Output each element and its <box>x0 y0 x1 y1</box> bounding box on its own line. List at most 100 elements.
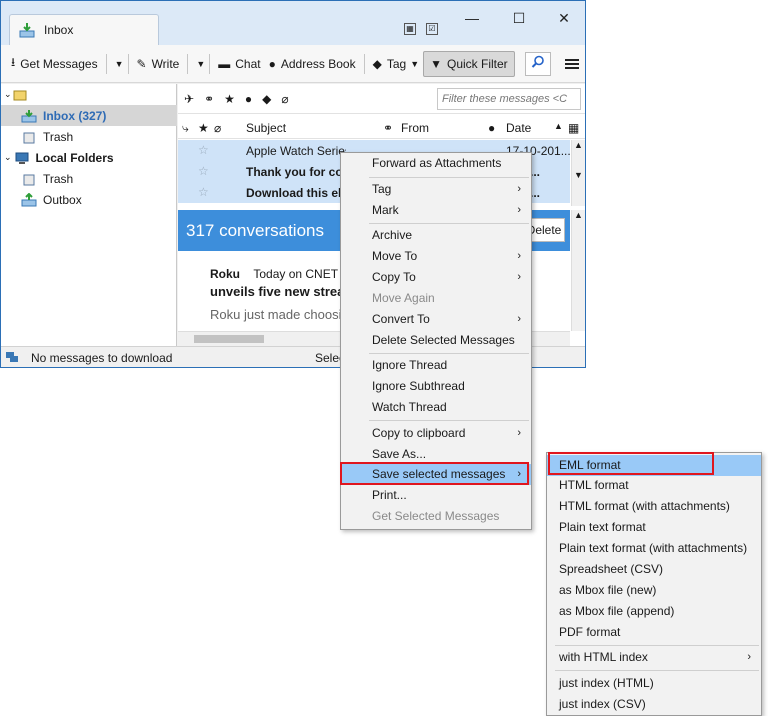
submenu-item-plain-text-with-attachments[interactable]: Plain text format (with attachments) <box>547 538 761 559</box>
menu-item-move-to[interactable]: Move To › <box>341 246 531 267</box>
submenu-arrow-icon: › <box>747 651 751 663</box>
folder-local-trash[interactable]: Trash <box>1 168 177 189</box>
menu-item-forward-as-attachments[interactable]: Forward as Attachments <box>341 153 531 174</box>
menu-item-tag[interactable]: Tag › <box>341 179 531 200</box>
from-column[interactable]: From <box>401 121 429 135</box>
chat-label: Chat <box>235 56 261 71</box>
menu-item-print[interactable]: Print... <box>341 485 531 506</box>
quick-filter-button[interactable]: ▼ Quick Filter <box>423 50 515 77</box>
preview-scrollbar[interactable]: ▲ <box>571 210 585 331</box>
write-dropdown-icon[interactable]: ▼ <box>196 59 205 69</box>
submenu-arrow-icon: › <box>517 313 521 325</box>
column-picker-icon[interactable]: ▦ <box>568 121 579 135</box>
tasks-icon[interactable]: ☑ <box>426 23 438 35</box>
star-icon[interactable]: ☆ <box>198 185 209 199</box>
preview-body: Roku just made choosi <box>210 307 342 322</box>
folder-local-folders[interactable]: ⌄ Local Folders <box>1 147 177 168</box>
subject-column[interactable]: Subject <box>246 121 286 135</box>
tab-label: Inbox <box>44 23 74 37</box>
pencil-icon: ✎ <box>136 56 147 71</box>
submenu-arrow-icon: › <box>517 427 521 439</box>
chat-bubble-icon: ▬ <box>218 56 231 71</box>
tab-inbox[interactable]: Inbox <box>9 14 159 45</box>
menu-item-copy-to[interactable]: Copy To › <box>341 267 531 288</box>
submenu-item-pdf-format[interactable]: PDF format <box>547 622 761 643</box>
unread-filter-icon[interactable]: ⚭ <box>204 92 214 106</box>
submenu-item-label: HTML format <box>559 478 629 492</box>
submenu-item-just-index-html[interactable]: just index (HTML) <box>547 673 761 694</box>
get-messages-dropdown-icon[interactable]: ▼ <box>115 59 124 69</box>
highlight-box-eml-format <box>548 452 714 475</box>
preview-header: Roku Today on CNET <box>210 267 338 281</box>
submenu-item-html-with-attachments[interactable]: HTML format (with attachments) <box>547 496 761 517</box>
person-icon: ● <box>268 56 276 71</box>
maximize-button[interactable]: ☐ <box>504 7 534 29</box>
attachment-filter-icon[interactable]: ⌀ <box>281 92 288 106</box>
submenu-arrow-icon: › <box>517 250 521 262</box>
tag-button[interactable]: ◆ Tag ▼ <box>369 51 424 77</box>
submenu-item-mbox-append[interactable]: as Mbox file (append) <box>547 601 761 622</box>
star-icon[interactable]: ☆ <box>198 164 209 178</box>
get-messages-label: Get Messages <box>20 56 98 71</box>
date-column[interactable]: Date <box>506 121 531 135</box>
junk-column-icon[interactable]: ● <box>488 121 495 135</box>
chat-button[interactable]: ▬ Chat <box>214 51 264 77</box>
menu-item-archive[interactable]: Archive <box>341 225 531 246</box>
star-icon[interactable]: ☆ <box>198 143 209 157</box>
submenu-item-label: PDF format <box>559 625 621 639</box>
submenu-item-html-format[interactable]: HTML format <box>547 475 761 496</box>
preview-source: Today on CNET <box>253 267 339 281</box>
submenu-item-mbox-new[interactable]: as Mbox file (new) <box>547 580 761 601</box>
account-row[interactable]: ⌄ <box>1 84 177 105</box>
write-button[interactable]: ✎ Write <box>133 51 184 77</box>
folder-outbox[interactable]: Outbox <box>1 189 177 210</box>
filter-messages-input[interactable]: Filter these messages <C <box>437 88 581 110</box>
scroll-thumb[interactable] <box>194 335 264 343</box>
thread-column-icon[interactable]: ⤷ <box>182 121 189 136</box>
calendar-icon[interactable]: ▦ <box>404 23 416 35</box>
menu-item-delete-selected[interactable]: Delete Selected Messages <box>341 330 531 351</box>
folder-inbox[interactable]: Inbox (327) <box>1 105 177 126</box>
folder-trash[interactable]: Trash <box>1 126 177 147</box>
menu-item-get-selected-messages[interactable]: Get Selected Messages <box>341 506 531 527</box>
menu-item-move-again[interactable]: Move Again <box>341 288 531 309</box>
minimize-button[interactable]: — <box>457 7 487 29</box>
message-list-scrollbar[interactable]: ▲ ▼ <box>571 140 585 206</box>
trash-icon <box>21 130 37 144</box>
submenu-item-spreadsheet-csv[interactable]: Spreadsheet (CSV) <box>547 559 761 580</box>
contact-filter-icon[interactable]: ● <box>245 92 252 106</box>
menu-icon[interactable] <box>564 57 579 71</box>
menu-item-label: Get Selected Messages <box>372 509 500 523</box>
submenu-item-plain-text[interactable]: Plain text format <box>547 517 761 538</box>
menu-item-label: Tag <box>372 182 392 196</box>
menu-item-convert-to[interactable]: Convert To › <box>341 309 531 330</box>
search-button[interactable] <box>524 51 551 76</box>
attachment-column-icon[interactable]: ⌀ <box>214 121 221 135</box>
menu-item-ignore-subthread[interactable]: Ignore Subthread <box>341 376 531 397</box>
highlight-box-save-selected <box>340 462 529 485</box>
submenu-item-label: as Mbox file (new) <box>559 583 657 597</box>
menu-item-copy-to-clipboard[interactable]: Copy to clipboard › <box>341 423 531 444</box>
menu-item-watch-thread[interactable]: Watch Thread <box>341 397 531 418</box>
pin-icon[interactable]: ✈ <box>184 92 194 106</box>
menu-item-label: Delete Selected Messages <box>372 333 515 347</box>
trash-icon <box>21 172 37 186</box>
star-column-icon[interactable]: ★ <box>198 121 209 135</box>
submenu-item-just-index-csv[interactable]: just index (CSV) <box>547 694 761 715</box>
toolbar-divider <box>127 53 129 74</box>
menu-item-ignore-thread[interactable]: Ignore Thread <box>341 355 531 376</box>
menu-item-label: Print... <box>372 488 407 502</box>
sort-ascending-icon: ▲ <box>554 121 563 131</box>
toolbar-divider <box>105 53 107 74</box>
submenu-item-with-html-index[interactable]: with HTML index › <box>547 647 761 668</box>
submenu-item-label: HTML format (with attachments) <box>559 499 730 513</box>
status-text: No messages to download <box>31 351 173 365</box>
get-messages-button[interactable]: ⭳ Get Messages <box>7 51 102 77</box>
address-book-button[interactable]: ● Address Book <box>265 51 360 77</box>
menu-item-mark[interactable]: Mark › <box>341 200 531 221</box>
starred-filter-icon[interactable]: ★ <box>224 92 235 106</box>
menu-item-label: Forward as Attachments <box>372 156 502 170</box>
read-column-icon[interactable]: ⚭ <box>383 121 393 135</box>
close-button[interactable]: ✕ <box>549 7 579 29</box>
tag-filter-icon[interactable]: ◆ <box>262 92 271 106</box>
